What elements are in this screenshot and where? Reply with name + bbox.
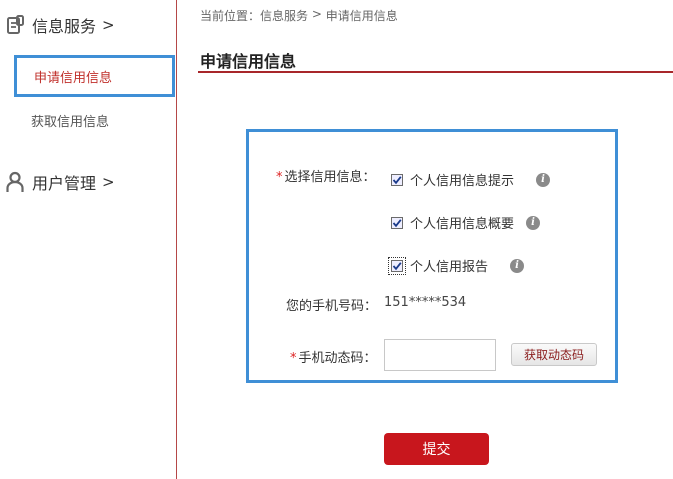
- sidebar-item-label: 申请信用信息: [34, 70, 113, 86]
- breadcrumb-separator: >: [308, 7, 326, 21]
- checkbox-credit-info-summary[interactable]: [391, 216, 403, 229]
- option-label: 个人信用信息提示: [410, 174, 515, 189]
- option-credit-report[interactable]: 个人信用报告 i: [388, 256, 525, 275]
- sms-code-input[interactable]: [384, 339, 496, 371]
- breadcrumb: 当前位置： 信息服务 > 申请信用信息: [200, 7, 398, 24]
- nav-group-info-service[interactable]: 信息服务 >: [0, 13, 115, 37]
- nav-group-label: 信息服务: [32, 17, 97, 36]
- sms-code-label: * 手机动态码：: [290, 347, 377, 366]
- sidebar-item-label: 获取信用信息: [31, 114, 110, 130]
- sidebar: 信息服务 > 申请信用信息 获取信用信息 用户管理 >: [0, 0, 177, 479]
- info-icon[interactable]: i: [526, 215, 541, 230]
- sidebar-item-get-credit-info[interactable]: 获取信用信息: [14, 99, 175, 141]
- select-credit-info-label: * 选择信用信息：: [276, 166, 376, 185]
- option-label: 个人信用报告: [410, 260, 489, 275]
- breadcrumb-item-info-service[interactable]: 信息服务: [260, 7, 308, 24]
- sidebar-item-apply-credit-info[interactable]: 申请信用信息: [14, 55, 175, 97]
- nav-group-label: 用户管理: [32, 174, 97, 193]
- sms-code-text: 手机动态码：: [298, 351, 377, 366]
- phone-number-label: 您的手机号码：: [286, 299, 378, 314]
- submit-button[interactable]: 提交: [384, 433, 489, 465]
- phone-number-value: 151*****534: [384, 295, 467, 310]
- checkbox-credit-info-notice[interactable]: [391, 173, 403, 186]
- chevron-right-icon: >: [102, 173, 115, 191]
- option-credit-info-notice[interactable]: 个人信用信息提示 i: [391, 170, 551, 189]
- select-credit-info-text: 选择信用信息：: [284, 170, 376, 185]
- required-mark: *: [290, 351, 297, 366]
- info-icon[interactable]: i: [510, 258, 525, 273]
- get-sms-code-button[interactable]: 获取动态码: [511, 343, 597, 366]
- page-title: 申请信用信息: [200, 52, 297, 71]
- nav-group-user-management[interactable]: 用户管理 >: [0, 170, 115, 194]
- breadcrumb-prefix: 当前位置：: [200, 9, 261, 23]
- option-credit-info-summary[interactable]: 个人信用信息概要 i: [391, 213, 541, 232]
- option-label: 个人信用信息概要: [410, 217, 515, 232]
- document-icon: [4, 14, 26, 36]
- breadcrumb-item-current: 申请信用信息: [325, 9, 398, 23]
- info-icon[interactable]: i: [536, 172, 551, 187]
- title-divider: [198, 71, 673, 73]
- required-mark: *: [276, 170, 283, 185]
- checkbox-credit-report[interactable]: [388, 256, 406, 275]
- chevron-right-icon: >: [102, 16, 115, 34]
- user-icon: [4, 171, 26, 193]
